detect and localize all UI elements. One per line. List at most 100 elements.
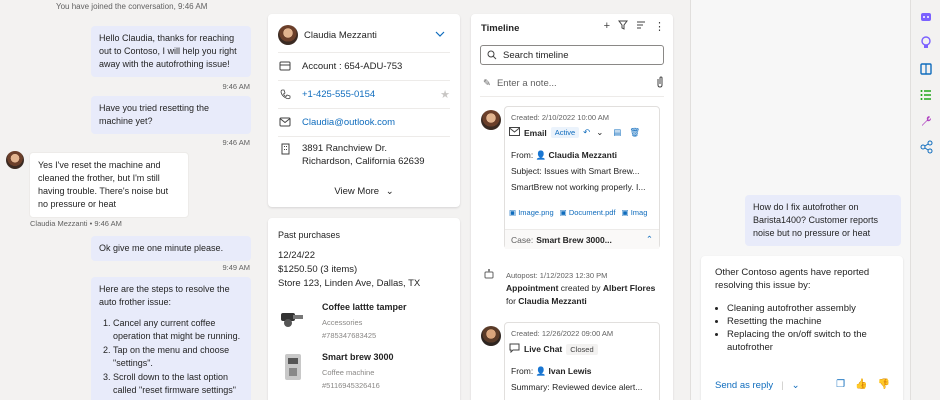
message-text: Have you tried resetting the machine yet…	[99, 103, 210, 126]
attachment-name: Image.png	[518, 208, 554, 217]
view-more-label: View More	[334, 186, 380, 197]
conversation-pane: You have joined the conversation, 9:46 A…	[0, 0, 258, 400]
divider	[278, 52, 450, 53]
lightbulb-icon[interactable]	[919, 36, 933, 50]
email-link[interactable]: Claudia@outlook.com	[302, 117, 395, 128]
address-line: Richardson, California 62639	[302, 156, 425, 167]
item-category: Coffee machine	[322, 368, 375, 377]
more-icon[interactable]: ⋮	[654, 20, 665, 33]
copy-icon[interactable]: ❐	[836, 379, 845, 390]
timeline-toolbar: + ⋮	[604, 20, 665, 33]
livechat-body: From: 👤 Ivan Lewis Summary: Reviewed dev…	[511, 363, 642, 395]
right-rail	[910, 0, 940, 400]
activity-created: Created: 2/10/2022 10:00 AM	[511, 113, 609, 122]
chat-icon	[509, 343, 520, 355]
phone-row: +1-425-555-0154 ★	[278, 87, 450, 101]
email-avatar	[481, 110, 501, 130]
answer-item: Replacing the on/off switch to the autof…	[727, 328, 889, 354]
chevron-up-icon[interactable]: ⌃	[646, 234, 653, 245]
answer-list: Cleaning autofrother assembly Resetting …	[715, 302, 889, 354]
purchases-title: Past purchases	[278, 230, 341, 240]
checklist-icon[interactable]	[919, 88, 933, 102]
message-text: Hello Claudia, thanks for reaching out t…	[99, 33, 237, 69]
purchase-summary: 12/24/22 $1250.50 (3 items) Store 123, L…	[278, 249, 420, 291]
assign-icon[interactable]: ▤	[613, 127, 621, 138]
customer-details-pane: Claudia Mezzanti Account : 654-ADU-753 +…	[258, 0, 690, 400]
customer-message: Yes I've reset the machine and cleaned t…	[29, 152, 189, 218]
note-input[interactable]: ✎ Enter a note...	[483, 76, 664, 91]
contact-card: Claudia Mezzanti Account : 654-ADU-753 +…	[268, 14, 460, 207]
case-row[interactable]: Case: Smart Brew 3000... ⌃	[505, 229, 659, 249]
activity-type: Email	[524, 127, 547, 138]
add-icon[interactable]: +	[604, 20, 610, 33]
chevron-down-icon[interactable]	[434, 28, 446, 43]
livechat-header: Live Chat Closed	[509, 343, 598, 355]
attachment-chip[interactable]: ▣ Document.pdf	[560, 208, 616, 217]
activity-created: Created: 12/26/2022 09:00 AM	[511, 329, 614, 338]
autopost-activity[interactable]: Autopost: 1/12/2023 12:30 PM Appointment…	[506, 269, 666, 308]
autopost-icon	[483, 268, 495, 283]
knowledge-book-icon[interactable]	[919, 62, 933, 76]
step-item: Scroll down to the last option called "r…	[113, 371, 243, 397]
attachment-chip[interactable]: ▣ Image.png	[509, 208, 554, 217]
attachment-name: Imag	[630, 208, 648, 217]
mail-icon	[509, 127, 520, 138]
autopost-title: Appointment	[506, 283, 559, 293]
search-placeholder: Search timeline	[503, 49, 569, 61]
filter-icon[interactable]	[618, 20, 628, 33]
coffee-machine-image	[278, 352, 308, 382]
chevron-down-icon[interactable]: ⌄	[596, 127, 603, 138]
divider	[480, 96, 664, 97]
autopost-contact: Claudia Mezzanti	[518, 296, 587, 306]
activity-type: Live Chat	[524, 344, 563, 354]
timeline-card: Timeline + ⋮ Search timeline ✎ Enter a n…	[471, 14, 673, 400]
item-id: #5116945326416	[322, 381, 380, 390]
agent-message: Hello Claudia, thanks for reaching out t…	[91, 26, 251, 77]
wrench-icon[interactable]	[919, 114, 933, 128]
pencil-icon: ✎	[483, 78, 491, 89]
message-text: Ok give me one minute please.	[99, 243, 224, 253]
purchase-item[interactable]: Smart brew 3000 Coffee machine #51169453…	[278, 352, 394, 390]
purchase-item[interactable]: Coffee lattte tamper Accessories #785347…	[278, 302, 407, 340]
account-row: Account : 654-ADU-753	[278, 59, 450, 73]
sort-icon[interactable]	[636, 20, 646, 33]
star-icon[interactable]: ★	[440, 88, 450, 101]
steps-list: Cancel any current coffee operation that…	[99, 317, 243, 397]
attachment-name: Document.pdf	[568, 208, 616, 217]
email-subject: Subject: Issues with Smart Brew...	[511, 166, 640, 176]
thumbs-up-icon[interactable]: 👍	[855, 379, 867, 390]
answer-actions: Send as reply | ⌄	[715, 380, 800, 391]
email-body: From: 👤 Claudia Mezzanti Subject: Issues…	[511, 147, 645, 195]
connections-icon[interactable]	[919, 140, 933, 154]
agent-message: Ok give me one minute please.	[91, 236, 251, 261]
mail-icon	[278, 115, 292, 129]
attachment-chip[interactable]: ▣ Imag	[622, 208, 648, 217]
phone-link[interactable]: +1-425-555-0154	[302, 89, 375, 100]
from-name: Claudia Mezzanti	[548, 150, 618, 160]
attach-icon[interactable]	[656, 76, 664, 91]
answer-item: Resetting the machine	[727, 315, 889, 328]
email-activity[interactable]: Created: 2/10/2022 10:00 AM Email Active…	[504, 106, 660, 249]
from-name: Ivan Lewis	[548, 366, 592, 376]
thumbs-down-icon[interactable]: 👎	[878, 379, 890, 390]
copilot-rail-icon[interactable]	[919, 10, 933, 24]
divider	[278, 80, 450, 81]
chevron-down-icon[interactable]: ⌄	[792, 380, 800, 391]
search-icon	[487, 50, 497, 60]
search-input[interactable]: Search timeline	[480, 45, 664, 65]
divider	[278, 108, 450, 109]
autopost-text: created by	[560, 283, 601, 293]
send-as-reply-button[interactable]: Send as reply	[715, 380, 773, 391]
file-icon: ▣	[559, 208, 567, 217]
email-row: Claudia@outlook.com	[278, 115, 450, 129]
livechat-activity[interactable]: Created: 12/26/2022 09:00 AM Live Chat C…	[504, 322, 660, 400]
item-id: #785347683425	[322, 331, 377, 340]
purchase-store: Store 123, Linden Ave, Dallas, TX	[278, 278, 421, 289]
status-badge: Closed	[566, 343, 598, 355]
email-header: Email Active ↶ ⌄ ▤ 🗑	[509, 127, 640, 138]
delete-icon[interactable]: 🗑	[629, 127, 640, 138]
person-icon: 👤	[535, 150, 547, 160]
view-more-button[interactable]: View More ⌄	[268, 186, 460, 197]
reply-icon[interactable]: ↶	[583, 127, 590, 138]
message-time: 9:46 AM	[222, 138, 250, 147]
